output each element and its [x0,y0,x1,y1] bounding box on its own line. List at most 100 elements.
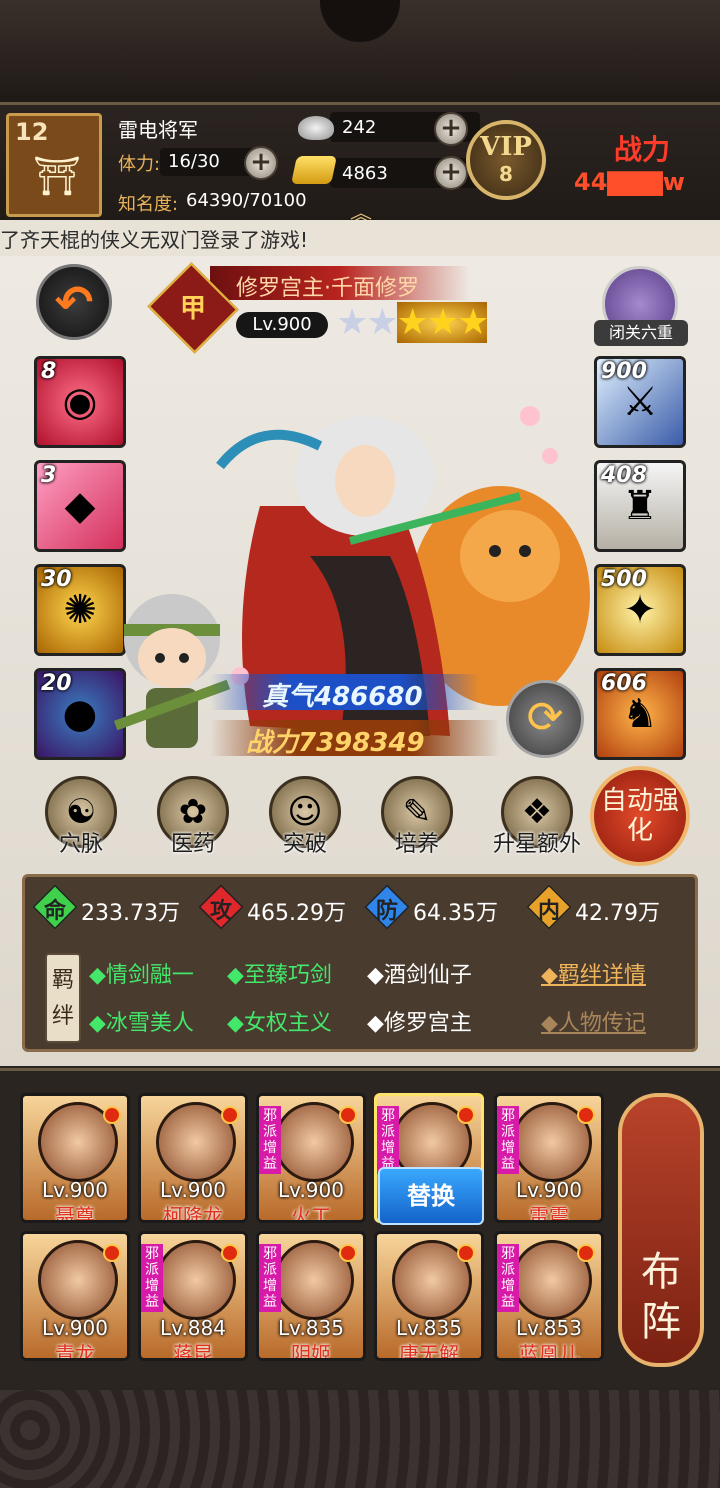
func-medicine[interactable]: ✿ 医药 [148,776,238,858]
bottom-decoration [0,1390,720,1488]
add-silver-button[interactable]: + [434,112,468,146]
func-meridian[interactable]: ☯ 穴脉 [36,776,126,858]
hero-name: 聂尊 [55,1204,95,1223]
team-hero-card[interactable]: 邪派增益 Lv.900 火工 [256,1093,366,1223]
func-label: 突破 [282,832,327,857]
team-hero-card[interactable]: 邪派增益 Lv.853 蓝凰儿 [494,1231,604,1361]
notification-dot-icon [221,1244,239,1262]
stamina-value: 16/30 [168,151,220,172]
hero-level: Lv.900 [160,1178,226,1202]
rank-text: 甲 [179,294,206,324]
team-hero-card[interactable]: Lv.900 柯降龙 [138,1093,248,1223]
top-decoration [0,0,720,105]
team-hero-card[interactable]: Lv.900 聂尊 [20,1093,130,1223]
player-level: 12 [15,118,49,146]
bond-item: ◆修罗宫主 [367,1011,472,1036]
hero-stars: ★★★★★ [336,302,489,343]
evil-boost-badge: 邪派增益 [259,1244,281,1312]
stat-value: 64.35万 [413,901,498,926]
hero-name: 青龙 [55,1342,95,1361]
func-star-up[interactable]: ❖ 升星额外 [482,776,592,858]
notification-dot-icon [103,1106,121,1124]
hero-name: 柯降龙 [163,1204,223,1223]
hero-detail-panel: ↶ 甲 修罗宫主·千面修罗 Lv.900 ★★★★★ 闭关六重 8 ◉ 3 ◆ … [0,256,720,1066]
func-label: 升星额外 [492,832,581,857]
bond-detail-link[interactable]: ◆羁绊详情 [541,957,646,989]
blue-orb-icon: ● [62,691,98,737]
stat-value: 233.73万 [81,901,180,926]
player-avatar[interactable]: 12 ⛩ [6,113,102,217]
equip-slot-gems[interactable]: 500 ✦ [594,564,686,656]
func-label: 培养 [394,832,439,857]
notification-dot-icon [577,1106,595,1124]
total-power-badge[interactable]: 战力 44▇▇▇w [570,124,710,204]
vip-level: 8 [499,162,513,186]
stat-char: 攻 [209,899,232,924]
team-hero-card[interactable]: Lv.835 唐无解 [374,1231,484,1361]
team-hero-card[interactable]: Lv.900 青龙 [20,1231,130,1361]
stat-char: 内 [537,899,560,924]
hero-name: 阴姬 [291,1342,331,1361]
hero-level: Lv.835 [396,1316,462,1340]
red-swirl-icon: ◉ [62,379,98,425]
notification-dot-icon [457,1106,475,1124]
team-hero-card[interactable]: 邪派增益 Lv.835 阴姬 [256,1231,366,1361]
biography-link[interactable]: ◆人物传记 [541,1005,646,1037]
add-stamina-button[interactable]: + [244,146,278,180]
sword-icon: ⚔ [622,379,658,425]
hero-level: Lv.884 [160,1316,226,1340]
team-hero-card[interactable]: 邪派增益 Lv.900 雷震 [494,1093,604,1223]
hero-name: 唐无解 [399,1342,459,1361]
temple-icon: ⛩ [32,154,82,198]
bond-item: ◆冰雪美人 [89,1011,194,1036]
evil-boost-badge: 邪派增益 [141,1244,163,1312]
gold-stars: ★★★ [396,302,489,343]
qi-value: 真气486680 [262,682,423,712]
hero-name: 火工 [291,1204,331,1223]
robe-icon: ♜ [622,483,658,529]
team-hero-card[interactable]: 邪派增益 Lv.884 蒋昆 [138,1231,248,1361]
gold-value: 4863 [342,163,388,184]
vip-badge[interactable]: VIP 8 [466,120,546,200]
announcement-marquee: 了齐天棍的侠义无双门登录了游戏! [0,220,720,256]
bond-item: ◆至臻巧剑 [227,963,332,988]
equip-slot-weapon[interactable]: 900 ⚔ [594,356,686,448]
hero-name: 蓝凰儿 [519,1342,579,1361]
notification-dot-icon [339,1244,357,1262]
equip-slot-armor[interactable]: 408 ♜ [594,460,686,552]
stamina-label: 体力: [118,154,161,175]
power-value: 44▇▇▇w [574,168,685,196]
silver-ingot-icon [298,116,334,140]
fame-value: 64390/70100 [186,190,307,211]
replace-button[interactable]: 替换 [378,1167,484,1225]
hero-level: Lv.900 [516,1178,582,1202]
formation-label: 布阵 [641,1249,681,1345]
hero-level: Lv.900 [42,1178,108,1202]
hero-name: 蒋昆 [173,1342,213,1361]
bond-item: ◆酒剑仙子 [367,963,472,988]
bond-item: ◆女权主义 [227,1011,332,1036]
func-label: 穴脉 [58,832,103,857]
seclusion-label[interactable]: 闭关六重 [594,320,688,346]
pink-crystal-icon: ◆ [64,483,96,529]
refresh-icon[interactable]: ⟳ [506,680,584,758]
evil-boost-badge: 邪派增益 [259,1106,281,1174]
skill-slot-1[interactable]: 8 ◉ [34,356,126,448]
hero-level: Lv.835 [278,1316,344,1340]
stat-char: 防 [375,899,398,924]
func-training[interactable]: ✎ 培养 [372,776,462,858]
func-breakthrough[interactable]: ☺ 突破 [260,776,350,858]
func-label: 医药 [170,832,215,857]
add-gold-button[interactable]: + [434,156,468,190]
auto-strengthen-button[interactable]: 自动强化 [590,766,690,866]
equip-slot-mount[interactable]: 606 ♞ [594,668,686,760]
back-button[interactable]: ↶ [36,264,112,340]
roof-ornament [320,0,400,42]
notification-dot-icon [577,1244,595,1262]
evil-boost-badge: 邪派增益 [377,1106,399,1174]
hero-level: Lv.900 [236,312,328,338]
stat-char: 命 [43,899,66,924]
notification-dot-icon [339,1106,357,1124]
skill-slot-2[interactable]: 3 ◆ [34,460,126,552]
formation-button[interactable]: 布阵 [618,1093,704,1367]
